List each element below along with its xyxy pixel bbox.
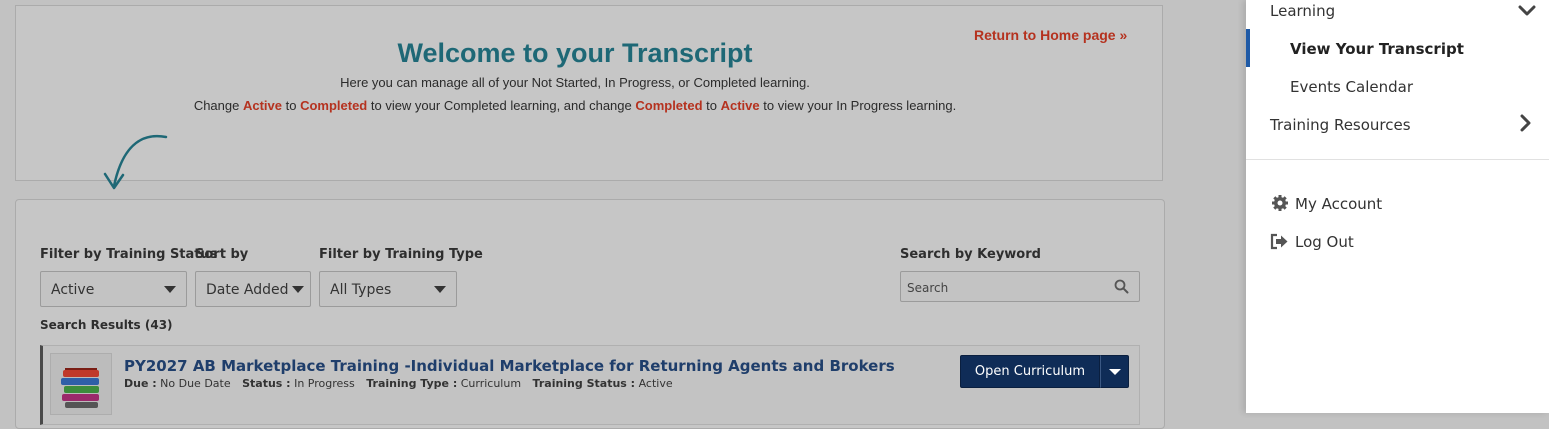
status-filter-value: Active: [51, 282, 95, 298]
instr-text: to view your In Progress learning.: [759, 98, 957, 113]
welcome-description: Here you can manage all of your Not Star…: [340, 75, 810, 90]
instr-highlight: Active: [242, 98, 282, 113]
type-filter-label: Filter by Training Type: [319, 247, 483, 262]
meta-value: Active: [638, 377, 673, 390]
sidebar-item-log-out[interactable]: Log Out: [1295, 233, 1354, 251]
result-meta: Due : No Due Date Status : In Progress T…: [124, 377, 673, 390]
gear-icon: [1272, 195, 1288, 211]
caret-down-icon: [1109, 369, 1121, 375]
open-curriculum-button[interactable]: Open Curriculum: [960, 355, 1100, 388]
caret-down-icon: [292, 286, 304, 293]
sidebar-item-learning[interactable]: Learning: [1270, 2, 1335, 20]
sort-label: Sort by: [195, 247, 249, 262]
sidebar-item-events-calendar[interactable]: Events Calendar: [1290, 78, 1413, 96]
curved-arrow-icon: [103, 134, 168, 190]
logout-icon: [1270, 233, 1288, 250]
instr-text: to view your Completed learning, and cha…: [367, 98, 636, 113]
sidebar-item-view-transcript[interactable]: View Your Transcript: [1290, 40, 1464, 58]
type-filter-value: All Types: [330, 282, 392, 298]
sidebar-divider: [1246, 159, 1549, 160]
meta-label: Status :: [242, 377, 291, 390]
type-filter-select[interactable]: All Types: [319, 271, 457, 307]
sort-select[interactable]: Date Added: [195, 271, 311, 307]
instr-highlight: Completed: [300, 98, 368, 113]
active-indicator: [1246, 29, 1250, 67]
meta-label: Training Type :: [366, 377, 458, 390]
welcome-instructions: Change Active to Completed to view your …: [0, 98, 1150, 113]
results-count: Search Results (43): [40, 318, 173, 332]
instr-text: to: [702, 98, 721, 113]
side-menu: Learning View Your Transcript Events Cal…: [1246, 0, 1549, 413]
search-icon[interactable]: [1114, 279, 1129, 294]
sort-value: Date Added: [206, 282, 289, 298]
instr-highlight: Completed: [635, 98, 703, 113]
meta-label: Training Status :: [532, 377, 636, 390]
action-dropdown-button[interactable]: [1100, 355, 1129, 388]
meta-value: No Due Date: [160, 377, 231, 390]
status-filter-label: Filter by Training Status: [40, 247, 218, 262]
instr-highlight: Active: [720, 98, 760, 113]
chevron-right-icon[interactable]: [1520, 114, 1532, 132]
meta-label: Due :: [124, 377, 157, 390]
caret-down-icon: [164, 286, 176, 293]
instr-text: to: [282, 98, 301, 113]
page-title: Welcome to your Transcript: [397, 38, 753, 68]
status-filter-select[interactable]: Active: [40, 271, 187, 307]
sidebar-item-my-account[interactable]: My Account: [1295, 195, 1382, 213]
meta-value: In Progress: [294, 377, 355, 390]
chevron-down-icon[interactable]: [1518, 5, 1536, 17]
search-input[interactable]: [905, 272, 1109, 303]
book-stack-icon: [50, 353, 112, 415]
sidebar-item-training-resources[interactable]: Training Resources: [1270, 116, 1411, 134]
meta-value: Curriculum: [460, 377, 522, 390]
caret-down-icon: [434, 286, 446, 293]
keyword-label: Search by Keyword: [900, 247, 1041, 262]
result-title-link[interactable]: PY2027 AB Marketplace Training -Individu…: [124, 357, 895, 375]
instr-text: Change: [193, 98, 243, 113]
keyword-search: [900, 271, 1140, 303]
